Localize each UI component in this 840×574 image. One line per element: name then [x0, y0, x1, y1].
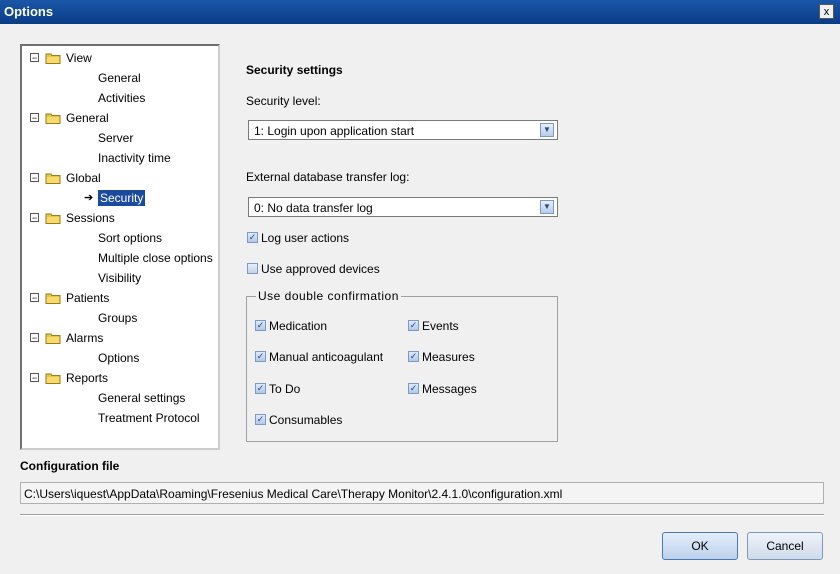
events-label: Events	[422, 319, 459, 333]
tree-item-label: Security	[98, 190, 146, 206]
divider	[20, 514, 824, 516]
collapse-icon[interactable]: −	[30, 213, 39, 223]
tree-item-label: Alarms	[66, 331, 104, 345]
double-confirmation-legend: Use double confirmation	[256, 289, 401, 303]
manual-anticoagulant-label: Manual anticoagulant	[269, 350, 384, 364]
medication-label: Medication	[269, 319, 328, 333]
chevron-down-icon[interactable]: ▼	[540, 123, 554, 137]
cancel-button[interactable]: Cancel	[747, 532, 823, 560]
measures-label: Measures	[422, 350, 475, 364]
checkbox-icon[interactable]: ✓	[255, 351, 266, 362]
transfer-log-value: 0: No data transfer log	[254, 201, 373, 215]
configuration-file-title: Configuration file	[20, 459, 120, 473]
tree-item-label: Options	[98, 351, 140, 365]
ok-button[interactable]: OK	[662, 532, 738, 560]
tree-item-label: Server	[98, 131, 134, 145]
checkbox-icon[interactable]	[247, 263, 258, 274]
chevron-down-icon[interactable]: ▼	[540, 200, 554, 214]
security-level-value: 1: Login upon application start	[254, 124, 415, 138]
consumables-label: Consumables	[269, 413, 343, 427]
checkbox-icon[interactable]: ✓	[408, 351, 419, 362]
tree-item-label: Reports	[66, 371, 109, 385]
checkbox-icon[interactable]: ✓	[247, 232, 258, 243]
messages-label: Messages	[422, 382, 477, 396]
title-bar: Options x	[0, 0, 840, 24]
tree-item-label: Activities	[98, 91, 146, 105]
collapse-icon[interactable]: −	[30, 173, 39, 183]
log-user-actions-label: Log user actions	[261, 231, 350, 245]
folder-icon	[45, 333, 61, 344]
options-tree[interactable]: − View General Activities − General Server Inac…	[20, 44, 220, 450]
security-settings-title: Security settings	[246, 63, 343, 77]
window-title: Options	[4, 4, 54, 19]
tree-item-label: General	[66, 111, 109, 125]
checkbox-icon[interactable]: ✓	[255, 320, 266, 331]
arrow-right-icon: ➔	[84, 192, 94, 204]
tree-item-label: Inactivity time	[98, 151, 171, 165]
transfer-log-label: External database transfer log:	[246, 170, 410, 184]
tree-item-label: Treatment Protocol	[98, 411, 200, 425]
folder-icon	[45, 213, 61, 224]
to-do-label: To Do	[269, 382, 301, 396]
folder-icon	[45, 173, 61, 184]
collapse-icon[interactable]: −	[30, 373, 39, 383]
approved-devices-label: Use approved devices	[261, 262, 380, 276]
folder-icon	[45, 53, 61, 64]
configuration-path-field[interactable]: C:\Users\iquest\AppData\Roaming\Freseniu…	[20, 482, 824, 504]
transfer-log-dropdown[interactable]: 0: No data transfer log ▼	[248, 197, 558, 217]
collapse-icon[interactable]: −	[30, 113, 39, 123]
tree-item-label: Multiple close options	[98, 251, 213, 265]
folder-icon	[45, 293, 61, 304]
folder-icon	[45, 373, 61, 384]
collapse-icon[interactable]: −	[30, 293, 39, 303]
configuration-path-value: C:\Users\iquest\AppData\Roaming\Freseniu…	[24, 487, 563, 501]
checkbox-icon[interactable]: ✓	[255, 414, 266, 425]
security-level-label: Security level:	[246, 94, 321, 108]
security-level-dropdown[interactable]: 1: Login upon application start ▼	[248, 120, 558, 140]
tree-item-label: Groups	[98, 311, 138, 325]
close-icon[interactable]: x	[819, 4, 834, 19]
checkbox-icon[interactable]: ✓	[408, 383, 419, 394]
tree-item-label: Global	[66, 171, 101, 185]
tree-item-label: General settings	[98, 391, 186, 405]
tree-item-label: Sort options	[98, 231, 163, 245]
tree-item-label: View	[66, 51, 92, 65]
folder-icon	[45, 113, 61, 124]
tree-item-label: Sessions	[66, 211, 115, 225]
tree-item-label: Patients	[66, 291, 110, 305]
collapse-icon[interactable]: −	[30, 53, 39, 63]
checkbox-icon[interactable]: ✓	[408, 320, 419, 331]
tree-item-label: Visibility	[98, 271, 142, 285]
tree-item-label: General	[98, 71, 141, 85]
collapse-icon[interactable]: −	[30, 333, 39, 343]
checkbox-icon[interactable]: ✓	[255, 383, 266, 394]
